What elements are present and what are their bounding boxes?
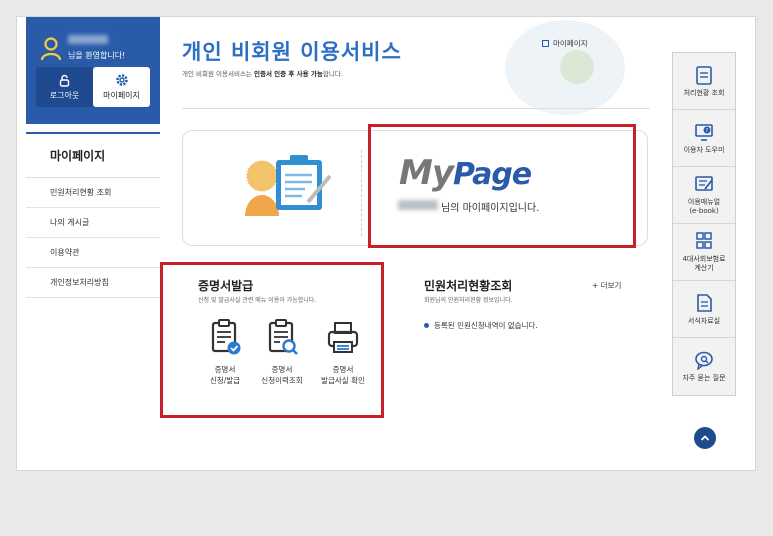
civil-section-title: 민원처리현황조회 xyxy=(424,279,513,293)
mypage-label: 마이페이지 xyxy=(103,91,140,100)
svg-text:?: ? xyxy=(706,128,709,134)
user-name-redacted xyxy=(68,35,108,44)
quick-menu: 처리현황 조회 ? 이용자 도우미 이용매뉴얼 (e-book) 4대사회보험료… xyxy=(672,52,736,396)
quick-menu-forms[interactable]: 서식자료실 xyxy=(673,281,735,338)
form-document-icon xyxy=(697,293,712,312)
quick-menu-help[interactable]: ? 이용자 도우미 xyxy=(673,110,735,167)
mypage-illustration-icon xyxy=(245,155,332,216)
mypage-button[interactable]: 마이페이지 xyxy=(93,67,150,107)
scroll-top-button[interactable] xyxy=(694,427,716,449)
civil-more-link[interactable]: + 더보기 xyxy=(592,280,621,291)
quick-menu-manual-label: 이용매뉴얼 (e-book) xyxy=(687,198,721,215)
left-menu-item-privacy[interactable]: 개인정보처리방침 xyxy=(26,268,160,298)
left-menu: 마이페이지 민원처리현황 조회 나의 게시글 이용약관 개인정보처리방침 xyxy=(26,132,160,298)
quick-menu-status[interactable]: 처리현황 조회 xyxy=(673,53,735,110)
clipboard-icon xyxy=(696,65,712,85)
banner-divider xyxy=(361,150,362,236)
manual-icon xyxy=(695,176,713,191)
highlight-box-banner xyxy=(368,124,636,248)
left-menu-item-terms[interactable]: 이용약관 xyxy=(26,238,160,268)
quick-menu-help-label: 이용자 도우미 xyxy=(683,145,725,154)
breadcrumb-label: 마이페이지 xyxy=(553,39,588,48)
user-buttons: 로그아웃 마이페이지 xyxy=(36,67,150,107)
chevron-up-icon xyxy=(700,435,710,441)
left-menu-item-my-posts[interactable]: 나의 게시글 xyxy=(26,208,160,238)
page-subtitle: 개인 비회원 이용서비스는 인증서 인증 후 사용 가능합니다. xyxy=(182,70,343,78)
calculator-icon xyxy=(696,232,712,249)
quick-menu-manual[interactable]: 이용매뉴얼 (e-book) xyxy=(673,167,735,224)
breadcrumb[interactable]: 마이페이지 xyxy=(542,38,588,49)
breadcrumb-square-icon xyxy=(542,40,549,47)
faq-icon xyxy=(695,351,713,370)
left-menu-title: 마이페이지 xyxy=(26,134,160,178)
quick-menu-forms-label: 서식자료실 xyxy=(687,316,721,325)
quick-menu-faq-label: 자주 묻는 질문 xyxy=(682,374,726,382)
quick-menu-calculator-label: 4대사회보험료 계산기 xyxy=(682,255,726,272)
quick-menu-status-label: 처리현황 조회 xyxy=(683,88,725,97)
user-greeting: 님을 환영합니다! xyxy=(68,51,126,60)
page-title: 개인 비회원 이용서비스 xyxy=(182,40,402,64)
user-box: 님을 환영합니다! 로그아웃 마이페이지 xyxy=(26,17,160,124)
header-divider xyxy=(182,108,650,109)
highlight-box-cert xyxy=(160,262,384,418)
left-menu-item-civil-status[interactable]: 민원처리현황 조회 xyxy=(26,178,160,208)
user-icon xyxy=(40,37,62,61)
logout-label: 로그아웃 xyxy=(49,90,80,100)
header-decoration-dot xyxy=(560,50,594,84)
quick-menu-faq[interactable]: 자주 묻는 질문 xyxy=(673,338,735,395)
lock-icon xyxy=(59,74,70,87)
civil-empty-message: 등록된 민원신청내역이 없습니다. xyxy=(424,320,538,331)
gear-icon xyxy=(115,74,128,86)
help-monitor-icon: ? xyxy=(695,123,713,141)
bullet-icon xyxy=(424,323,429,328)
logout-button[interactable]: 로그아웃 xyxy=(36,67,93,107)
quick-menu-calculator[interactable]: 4대사회보험료 계산기 xyxy=(673,224,735,281)
civil-section-subtitle: 회원님의 민원처리현황 정보입니다. xyxy=(424,297,513,304)
